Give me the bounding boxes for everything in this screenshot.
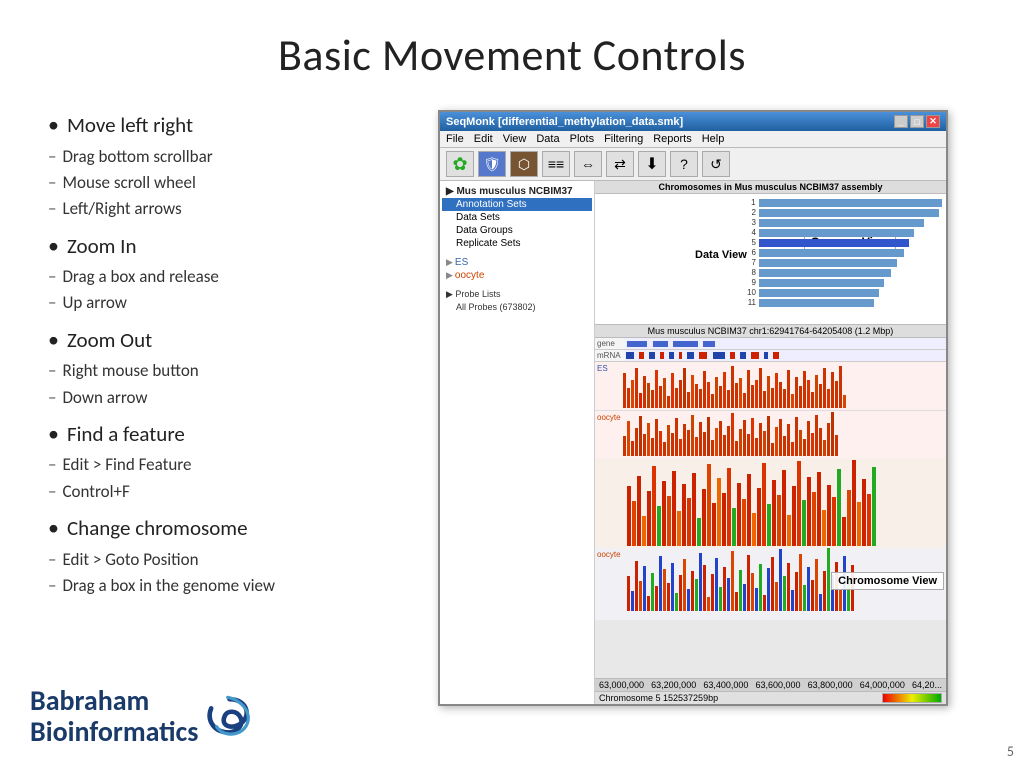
mrna-track: mRNA bbox=[595, 350, 946, 362]
tool-btn-4[interactable]: ≡≡ bbox=[542, 151, 570, 177]
title-bar: SeqMonk [differential_methylation_data.s… bbox=[440, 112, 946, 131]
chrom-title: Chromosomes in Mus musculus NCBIM37 asse… bbox=[595, 181, 946, 194]
page-number: 5 bbox=[1007, 743, 1014, 760]
data-view-label: Data View bbox=[695, 249, 747, 261]
tool-btn-7[interactable]: ⬇ bbox=[638, 151, 666, 177]
seqmonk-window: SeqMonk [differential_methylation_data.s… bbox=[438, 110, 948, 706]
status-text: Chromosome 5 152537259bp bbox=[599, 693, 718, 703]
color-gradient bbox=[882, 693, 942, 703]
tree-oocyte[interactable]: ▶ oocyte bbox=[442, 269, 592, 282]
menu-data[interactable]: Data bbox=[536, 133, 559, 145]
toolbar: ✿ 🛡 ⬡ ≡≡ ⇔ ⇄ ⬇ ? ↺ bbox=[440, 148, 946, 181]
reads-es: ES bbox=[595, 362, 946, 410]
sub-item: –Mouse scroll wheel bbox=[48, 170, 408, 196]
seq-header: Mus musculus NCBIM37 chr1:62941764-64205… bbox=[595, 324, 946, 338]
chrom-bar-1: 1 bbox=[742, 198, 942, 207]
menu-file[interactable]: File bbox=[446, 133, 464, 145]
tree-panel: ▶ Mus musculus NCBIM37 Annotation Sets D… bbox=[440, 181, 595, 704]
chrom-bar-8: 8 bbox=[742, 268, 942, 277]
status-bar: Chromosome 5 152537259bp bbox=[595, 691, 946, 704]
genome-panel: Chromosomes in Mus musculus NCBIM37 asse… bbox=[595, 181, 946, 704]
tool-btn-1[interactable]: ✿ bbox=[446, 151, 474, 177]
window-controls: _ □ ✕ bbox=[894, 115, 940, 128]
sub-item: –Edit > Find Feature bbox=[48, 452, 408, 478]
tool-btn-3[interactable]: ⬡ bbox=[510, 151, 538, 177]
sub-item: –Control+F bbox=[48, 479, 408, 505]
tool-btn-6[interactable]: ⇄ bbox=[606, 151, 634, 177]
menu-bar: File Edit View Data Plots Filtering Repo… bbox=[440, 131, 946, 148]
gene-track: gene bbox=[595, 338, 946, 350]
chrom-bar-2: 2 bbox=[742, 208, 942, 217]
menu-help[interactable]: Help bbox=[702, 133, 725, 145]
tree-datagroups[interactable]: Data Groups bbox=[442, 224, 592, 237]
screenshot-panel: SeqMonk [differential_methylation_data.s… bbox=[438, 110, 958, 706]
list-item-zoomin: • Zoom In –Drag a box and release –Up ar… bbox=[48, 231, 408, 317]
sub-item: –Edit > Goto Position bbox=[48, 547, 408, 573]
sub-item: –Up arrow bbox=[48, 290, 408, 316]
tool-btn-2[interactable]: 🛡 bbox=[478, 151, 506, 177]
tool-btn-5[interactable]: ⇔ bbox=[574, 151, 602, 177]
sub-item: –Down arrow bbox=[48, 385, 408, 411]
sub-item: –Right mouse button bbox=[48, 358, 408, 384]
list-item-find: • Find a feature –Edit > Find Feature –C… bbox=[48, 419, 408, 505]
window-title: SeqMonk [differential_methylation_data.s… bbox=[446, 116, 683, 128]
window-body: ▶ Mus musculus NCBIM37 Annotation Sets D… bbox=[440, 181, 946, 704]
quant-area bbox=[595, 458, 946, 548]
logo-text: Babraham Bioinformatics bbox=[30, 686, 198, 748]
maximize-button[interactable]: □ bbox=[910, 115, 924, 128]
chrom-view-bottom-label: Chromosome View bbox=[831, 572, 944, 590]
list-item-chrom: • Change chromosome –Edit > Goto Positio… bbox=[48, 513, 408, 599]
menu-plots[interactable]: Plots bbox=[570, 133, 594, 145]
menu-edit[interactable]: Edit bbox=[474, 133, 493, 145]
chrom-bar-4: 4 bbox=[742, 228, 942, 237]
menu-view[interactable]: View bbox=[503, 133, 527, 145]
reads-oocyte: oocyte bbox=[595, 410, 946, 458]
tree-probe-lists[interactable]: ▶ Probe Lists bbox=[442, 288, 592, 301]
page-title: Basic Movement Controls bbox=[0, 0, 1024, 100]
tree-replicate[interactable]: Replicate Sets bbox=[442, 237, 592, 250]
menu-filtering[interactable]: Filtering bbox=[604, 133, 643, 145]
logo-icon bbox=[202, 690, 257, 745]
chrom-bar-7: 7 bbox=[742, 258, 942, 267]
tool-btn-9[interactable]: ↺ bbox=[702, 151, 730, 177]
tree-annotation[interactable]: Annotation Sets bbox=[442, 198, 592, 211]
seq-body: Annotation gene bbox=[595, 338, 946, 678]
tree-root[interactable]: ▶ Mus musculus NCBIM37 bbox=[442, 185, 592, 198]
chrom-bar-9: 9 bbox=[742, 278, 942, 287]
close-button[interactable]: ✕ bbox=[926, 115, 940, 128]
sub-item: –Drag a box and release bbox=[48, 264, 408, 290]
chrom-view-area: Data View Genome View 1 2 3 4 5 6 7 8 bbox=[595, 194, 946, 324]
bullet-list: • Move left right –Drag bottom scrollbar… bbox=[48, 110, 408, 607]
tree-all-probes[interactable]: All Probes (673802) bbox=[442, 301, 592, 313]
sub-item: –Drag a box in the genome view bbox=[48, 573, 408, 599]
bottom-chrom-area: Chromosome View oocyte bbox=[595, 548, 946, 620]
chrom-bar-11: 11 bbox=[742, 298, 942, 307]
main-content: • Move left right –Drag bottom scrollbar… bbox=[0, 100, 1024, 706]
position-bar: 63,000,000 63,200,000 63,400,000 63,600,… bbox=[595, 678, 946, 691]
chrom-bars: 1 2 3 4 5 6 7 8 9 10 11 bbox=[742, 198, 942, 308]
tool-btn-8[interactable]: ? bbox=[670, 151, 698, 177]
sub-item: –Drag bottom scrollbar bbox=[48, 144, 408, 170]
chrom-bar-10: 10 bbox=[742, 288, 942, 297]
chrom-bar-5: 5 bbox=[742, 238, 942, 247]
list-item-zoomout: • Zoom Out –Right mouse button –Down arr… bbox=[48, 325, 408, 411]
minimize-button[interactable]: _ bbox=[894, 115, 908, 128]
sub-item: –Left/Right arrows bbox=[48, 196, 408, 222]
menu-reports[interactable]: Reports bbox=[653, 133, 692, 145]
list-item-move: • Move left right –Drag bottom scrollbar… bbox=[48, 110, 408, 223]
chrom-bar-3: 3 bbox=[742, 218, 942, 227]
chrom-bar-6: 6 bbox=[742, 248, 942, 257]
tree-es[interactable]: ▶ ES bbox=[442, 256, 592, 269]
tree-datasets[interactable]: Data Sets bbox=[442, 211, 592, 224]
logo-area: Babraham Bioinformatics bbox=[30, 686, 257, 748]
